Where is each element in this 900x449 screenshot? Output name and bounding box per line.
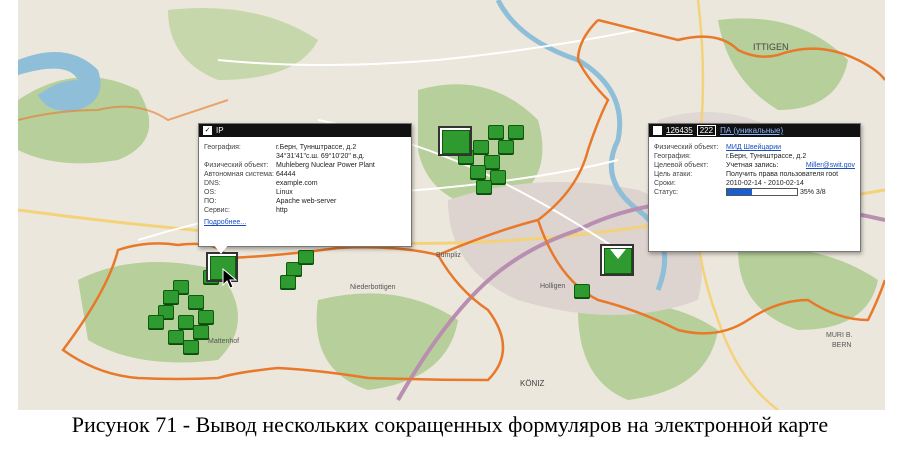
row-value: г.Берн, Туннштрассе, д.2: [726, 153, 807, 160]
progress-fill: [727, 189, 752, 196]
popup-row: DNS: example.com: [204, 179, 406, 188]
popup-attack-card: 126435 222 ПА (уникальные) Физический об…: [648, 123, 861, 252]
row-value: 2010-02-14 - 2010-02-14: [726, 180, 804, 187]
map-marker[interactable]: [286, 262, 302, 276]
popup-row: ПО: Apache web-server: [204, 197, 406, 206]
map-marker[interactable]: [473, 140, 489, 154]
row-value: 34°31'41"с.ш. 69°10'20" в.д.: [276, 153, 365, 160]
popup-tail: [610, 249, 626, 259]
row-value[interactable]: МИД Швейцарии: [726, 143, 855, 152]
more-link[interactable]: Подробнее...: [204, 219, 246, 226]
map-marker[interactable]: [490, 170, 506, 184]
popup-rows: География: г.Берн, Туннштрассе, д.2 34°31'…: [199, 137, 411, 215]
label-ittigen: ITTIGEN: [753, 42, 789, 52]
map-marker[interactable]: [484, 155, 500, 169]
popup-header: ✓ IP: [199, 124, 411, 137]
row-value: example.com: [276, 180, 318, 187]
row-value: г.Берн, Туннштрассе, д.2: [276, 144, 357, 151]
map-marker[interactable]: [476, 180, 492, 194]
popup-row: Сроки: 2010-02-14 - 2010-02-14: [654, 179, 855, 188]
row-value: Получить права пользователя root: [726, 171, 839, 178]
status-label: Статус:: [654, 189, 679, 196]
popup-row: OS: Linux: [204, 188, 406, 197]
map-marker[interactable]: [298, 250, 314, 264]
popup-row: 34°31'41"с.ш. 69°10'20" в.д.: [204, 152, 406, 161]
row-key: География:: [204, 144, 241, 151]
row-key: OS:: [204, 189, 217, 196]
row-key: Физический объект:: [204, 162, 269, 169]
popup-header: 126435 222 ПА (уникальные): [649, 124, 860, 137]
map-marker[interactable]: [148, 315, 164, 329]
checkbox-icon[interactable]: [653, 126, 662, 135]
label-holligen: Holligen: [540, 283, 566, 290]
popup-row: Сервис: http: [204, 206, 406, 215]
label-bumpliz: Bümpliz: [436, 252, 461, 259]
row-key: Цель атаки:: [654, 171, 693, 178]
mouse-cursor-icon: [222, 268, 238, 289]
popup-more: Подробнее...: [199, 215, 411, 230]
map-marker[interactable]: [280, 275, 296, 289]
map-marker[interactable]: [498, 140, 514, 154]
popup-title: IP: [216, 126, 224, 135]
map-marker[interactable]: [188, 295, 204, 309]
popup-row: Автономная система: 64444: [204, 170, 406, 179]
map-marker[interactable]: [183, 340, 199, 354]
row-value: http: [276, 207, 288, 214]
row-value: 64444: [276, 171, 296, 178]
popup-row: Физический объект: Muhleberg Nuclear Powe…: [204, 161, 406, 170]
label-muri: MURI B.: [826, 332, 853, 339]
status-count: 3/8: [815, 189, 826, 196]
popup-row: Целевой объект: Учетная запись: Miller@sw…: [654, 161, 855, 170]
label-bern: BERN: [832, 342, 852, 349]
row-key: ПО:: [204, 198, 217, 205]
map-marker[interactable]: [193, 325, 209, 339]
row-key: География:: [654, 153, 691, 160]
popup-tail: [213, 244, 229, 254]
figure-caption: Рисунок 71 - Вывод нескольких сокращенны…: [71, 412, 829, 437]
row-value: Apache web-server: [276, 198, 337, 205]
row-key: Целевой объект:: [654, 162, 709, 169]
map-marker[interactable]: [168, 330, 184, 344]
header-id[interactable]: 126435: [666, 126, 693, 135]
selected-marker[interactable]: [438, 126, 472, 156]
row-key: Сервис:: [204, 207, 230, 214]
map-marker[interactable]: [488, 125, 504, 139]
popup-row: География: г.Берн, Туннштрассе, д.2: [654, 152, 855, 161]
map-marker[interactable]: [198, 310, 214, 324]
popup-ip-card: ✓ IP География: г.Берн, Туннштрассе, д.2 3…: [198, 123, 412, 247]
row-value-link[interactable]: Miller@swit.gov: [806, 161, 855, 170]
popup-row: География: г.Берн, Туннштрассе, д.2: [204, 143, 406, 152]
row-key: [204, 152, 276, 161]
map-view[interactable]: ITTIGEN KÖNIZ MURI B. BERN Niederbottige…: [18, 0, 885, 410]
row-key: Физический объект:: [654, 144, 719, 151]
label-koniz: KÖNIZ: [520, 379, 545, 388]
progress-bar: [726, 188, 798, 197]
map-marker[interactable]: [574, 284, 590, 298]
row-value: Учетная запись:: [726, 162, 779, 169]
header-link[interactable]: ПА (уникальные): [720, 126, 783, 135]
label-niederbottigen: Niederbottigen: [350, 284, 396, 291]
row-key: Автономная система:: [204, 171, 274, 178]
row-key: DNS:: [204, 180, 221, 187]
popup-row: Физический объект: МИД Швейцарии: [654, 143, 855, 152]
status-row: Статус: 35% 3/8: [649, 188, 860, 197]
map-marker[interactable]: [470, 165, 486, 179]
popup-rows: Физический объект: МИД Швейцарии География…: [649, 137, 860, 188]
popup-row: Цель атаки: Получить права пользователя r…: [654, 170, 855, 179]
checkbox-icon[interactable]: ✓: [203, 126, 212, 135]
label-mattenhof: Mattenhof: [208, 338, 240, 345]
map-marker[interactable]: [178, 315, 194, 329]
row-value: Linux: [276, 189, 293, 196]
map-marker[interactable]: [163, 290, 179, 304]
map-marker[interactable]: [508, 125, 524, 139]
row-value: Muhleberg Nuclear Power Plant: [276, 162, 375, 169]
row-key: Сроки:: [654, 180, 676, 187]
status-percent: 35%: [799, 189, 814, 196]
header-num: 222: [696, 125, 717, 136]
